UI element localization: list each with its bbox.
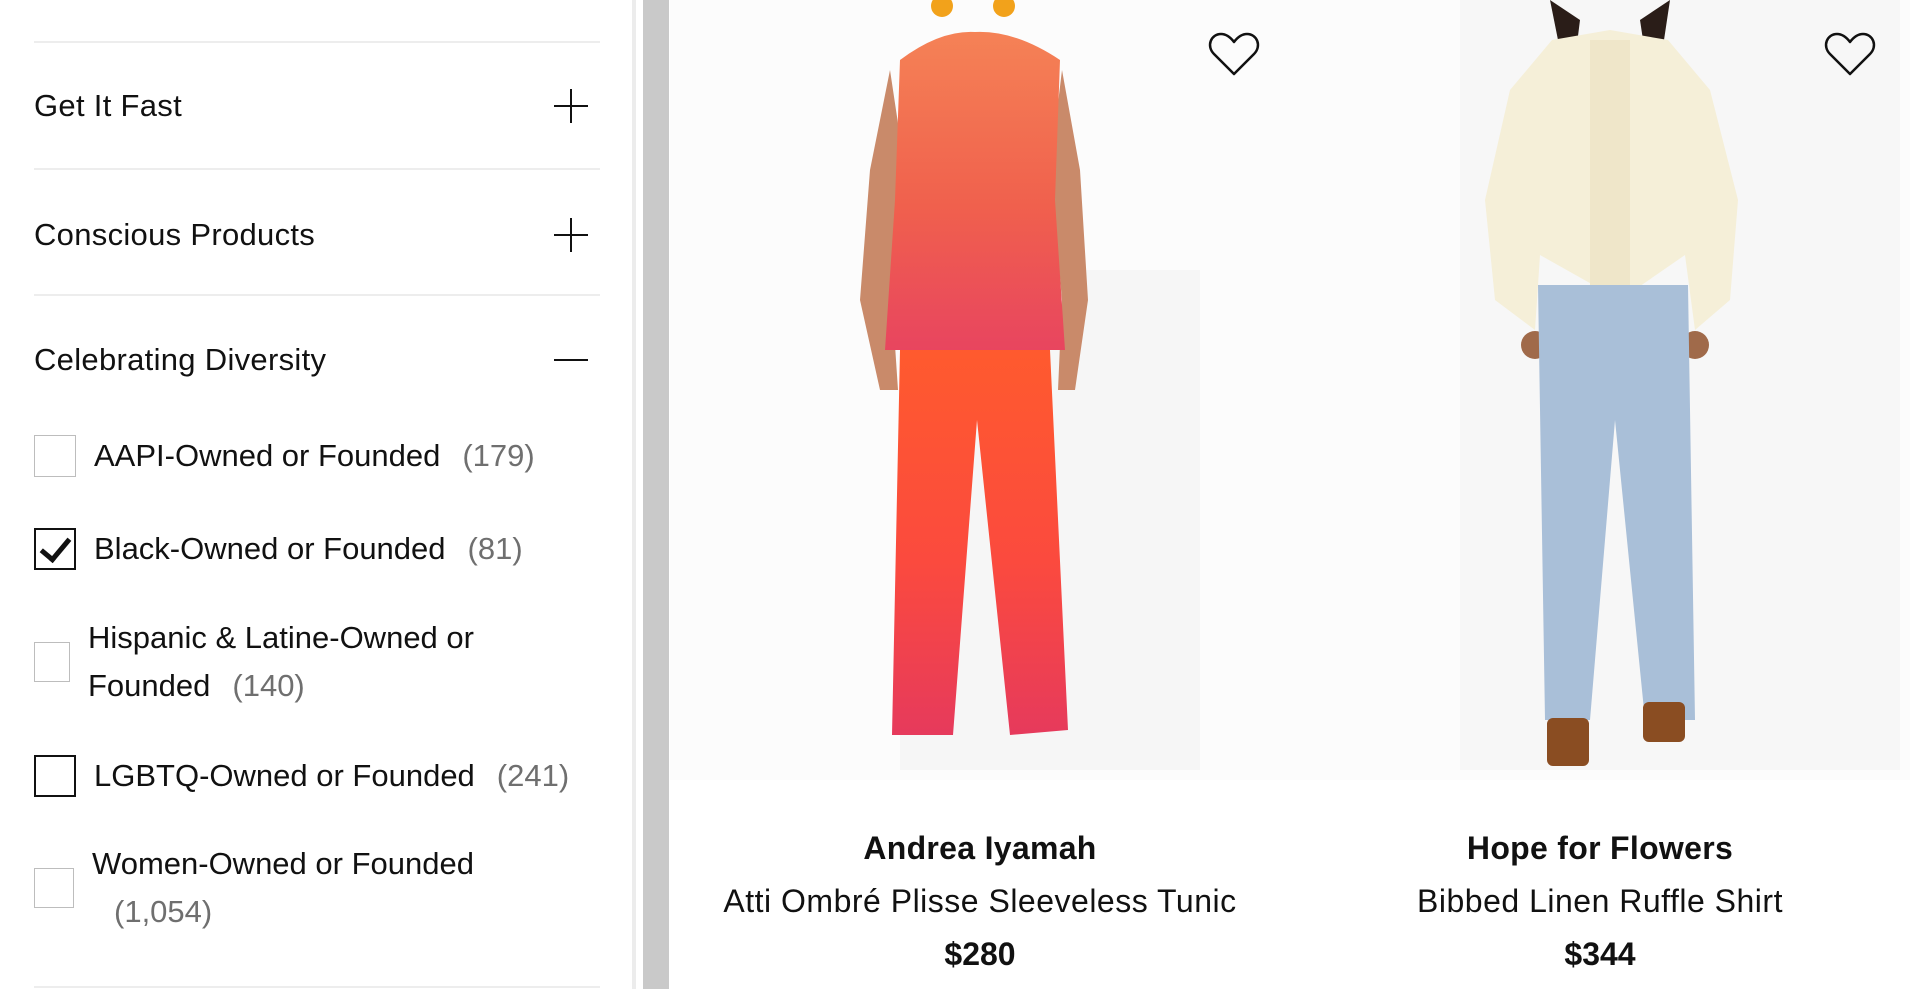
facet-celebrating-diversity[interactable]: Celebrating Diversity: [34, 330, 600, 390]
facet-label: Conscious Products: [34, 217, 316, 252]
option-label: Hispanic & Latine-Owned or: [88, 620, 474, 655]
product-brand[interactable]: Hope for Flowers: [1290, 830, 1910, 867]
filter-option-aapi-owned[interactable]: AAPI-Owned or Founded (179): [34, 432, 600, 480]
option-label: Women-Owned or Founded: [92, 846, 474, 881]
checkbox[interactable]: [34, 868, 74, 908]
facet-divider: [34, 41, 600, 43]
product-name[interactable]: Bibbed Linen Ruffle Shirt: [1290, 883, 1910, 920]
option-label-line2: Founded: [88, 668, 211, 703]
option-count: (179): [462, 438, 535, 473]
option-count: (241): [496, 758, 570, 793]
plus-icon[interactable]: [554, 218, 588, 252]
checkbox[interactable]: [34, 435, 76, 477]
filter-option-black-owned[interactable]: Black-Owned or Founded (81): [34, 525, 600, 573]
product-price: $280: [944, 936, 1016, 972]
checkbox-checked[interactable]: [34, 528, 76, 570]
facet-get-it-fast[interactable]: Get It Fast: [34, 76, 600, 136]
option-label: LGBTQ-Owned or Founded: [94, 758, 475, 793]
filter-option-hispanic-latine-owned[interactable]: Hispanic & Latine-Owned or Founded (140): [34, 614, 600, 710]
facet-conscious-products[interactable]: Conscious Products: [34, 205, 600, 265]
filter-option-lgbtq-owned[interactable]: LGBTQ-Owned or Founded (241): [34, 752, 600, 800]
model-ombre-tunic-set-image[interactable]: [670, 0, 1290, 780]
heart-icon[interactable]: [1824, 30, 1876, 78]
option-label: Black-Owned or Founded: [94, 531, 446, 566]
model-linen-ruffle-shirt-image[interactable]: [1290, 0, 1910, 780]
minus-icon[interactable]: [554, 343, 588, 377]
checkbox[interactable]: [34, 755, 76, 797]
product-name[interactable]: Atti Ombré Plisse Sleeveless Tunic: [670, 883, 1290, 920]
filter-option-women-owned[interactable]: Women-Owned or Founded (1,054): [34, 840, 600, 936]
heart-icon[interactable]: [1208, 30, 1260, 78]
facet-label: Celebrating Diversity: [34, 342, 327, 377]
option-count: (140): [232, 668, 305, 703]
product-brand[interactable]: Andrea Iyamah: [670, 830, 1290, 867]
facet-divider: [34, 168, 600, 170]
option-count: (1,054): [114, 894, 213, 929]
facet-divider: [34, 986, 600, 988]
product-card[interactable]: Hope for Flowers Bibbed Linen Ruffle Shi…: [1290, 0, 1910, 989]
scrollbar-track[interactable]: [643, 0, 669, 989]
product-price: $344: [1564, 936, 1636, 972]
product-card[interactable]: Andrea Iyamah Atti Ombré Plisse Sleevele…: [670, 0, 1290, 989]
product-photo: [670, 0, 1290, 780]
facet-label: Get It Fast: [34, 88, 183, 123]
option-label: AAPI-Owned or Founded: [94, 438, 441, 473]
option-count: (81): [467, 531, 523, 566]
plus-icon[interactable]: [554, 89, 588, 123]
sidebar-edge: [632, 0, 636, 989]
product-photo: [1290, 0, 1910, 780]
filter-sidebar: Get It Fast Conscious Products Celebrati…: [0, 0, 636, 989]
checkbox[interactable]: [34, 642, 70, 682]
facet-divider: [34, 294, 600, 296]
